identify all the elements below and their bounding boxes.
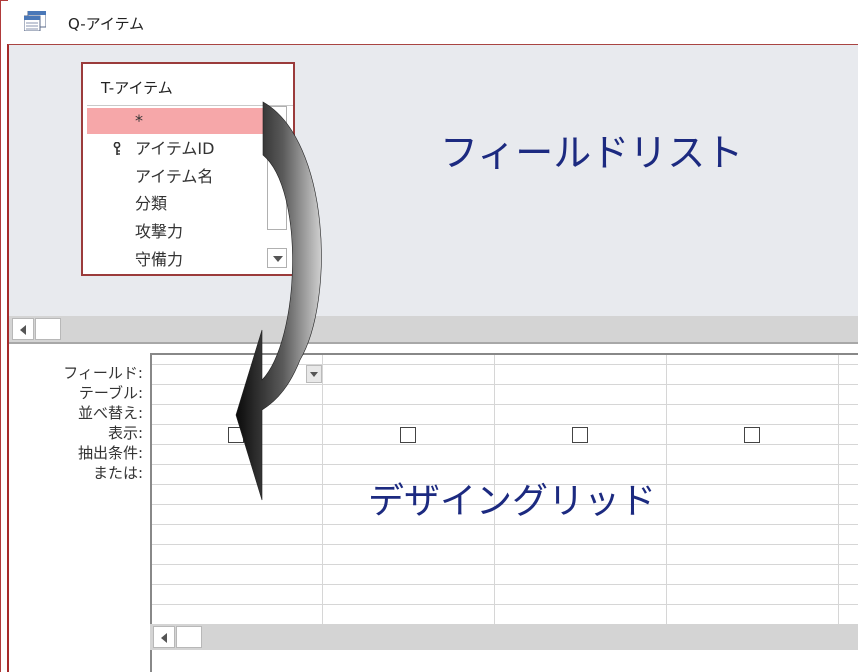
- show-checkbox[interactable]: [400, 427, 416, 443]
- show-checkbox[interactable]: [228, 427, 244, 443]
- scroll-left-button[interactable]: [153, 626, 175, 648]
- field-list-title[interactable]: T-アイテム: [101, 77, 173, 98]
- row-label-or: または:: [92, 464, 143, 482]
- pane-splitter[interactable]: [9, 342, 858, 350]
- design-grid-scrollbar[interactable]: [150, 624, 858, 650]
- table-pane-scrollbar[interactable]: [9, 316, 858, 342]
- field-list-scrollbar[interactable]: [265, 106, 289, 272]
- field-dropdown-button[interactable]: [306, 365, 322, 383]
- chevron-down-icon: [273, 256, 283, 262]
- field-list-item[interactable]: アイテム名: [87, 164, 263, 190]
- query-tab[interactable]: Q-アイテム: [8, 0, 858, 45]
- chevron-left-icon: [20, 325, 26, 335]
- key-icon: [113, 142, 121, 155]
- show-checkbox[interactable]: [744, 427, 760, 443]
- grid-border: [150, 650, 152, 672]
- field-list-annotation: フィールドリスト: [440, 131, 744, 175]
- row-label-field: フィールド:: [63, 364, 143, 382]
- row-label-sort: 並べ替え:: [77, 404, 143, 422]
- scroll-thumb[interactable]: [176, 626, 202, 648]
- field-list-item[interactable]: *: [87, 108, 263, 134]
- field-list-divider: [87, 105, 293, 106]
- row-label-criteria: 抽出条件:: [77, 444, 143, 462]
- field-list-window[interactable]: T-アイテム * アイテムID アイテム名 分類 攻撃力 守備力: [81, 62, 295, 276]
- design-grid-annotation: デザイングリッド: [368, 481, 657, 522]
- window-title: Q-アイテム: [68, 15, 145, 33]
- scroll-left-button[interactable]: [12, 318, 34, 340]
- row-label-show: 表示:: [107, 424, 143, 442]
- design-grid-row-labels: フィールド: テーブル: 並べ替え: 表示: 抽出条件: または:: [10, 363, 143, 483]
- field-list-item[interactable]: 守備力: [87, 247, 263, 273]
- show-checkbox[interactable]: [572, 427, 588, 443]
- chevron-left-icon: [161, 633, 167, 643]
- row-label-table: テーブル:: [78, 384, 143, 402]
- chevron-down-icon: [310, 372, 318, 377]
- scroll-thumb[interactable]: [35, 318, 61, 340]
- field-list-item[interactable]: 分類: [87, 191, 263, 217]
- query-icon: [24, 11, 46, 31]
- field-list-item[interactable]: 攻撃力: [87, 219, 263, 245]
- scroll-thumb[interactable]: [267, 106, 287, 230]
- scroll-down-button[interactable]: [267, 248, 287, 268]
- field-list-item[interactable]: アイテムID: [87, 136, 263, 162]
